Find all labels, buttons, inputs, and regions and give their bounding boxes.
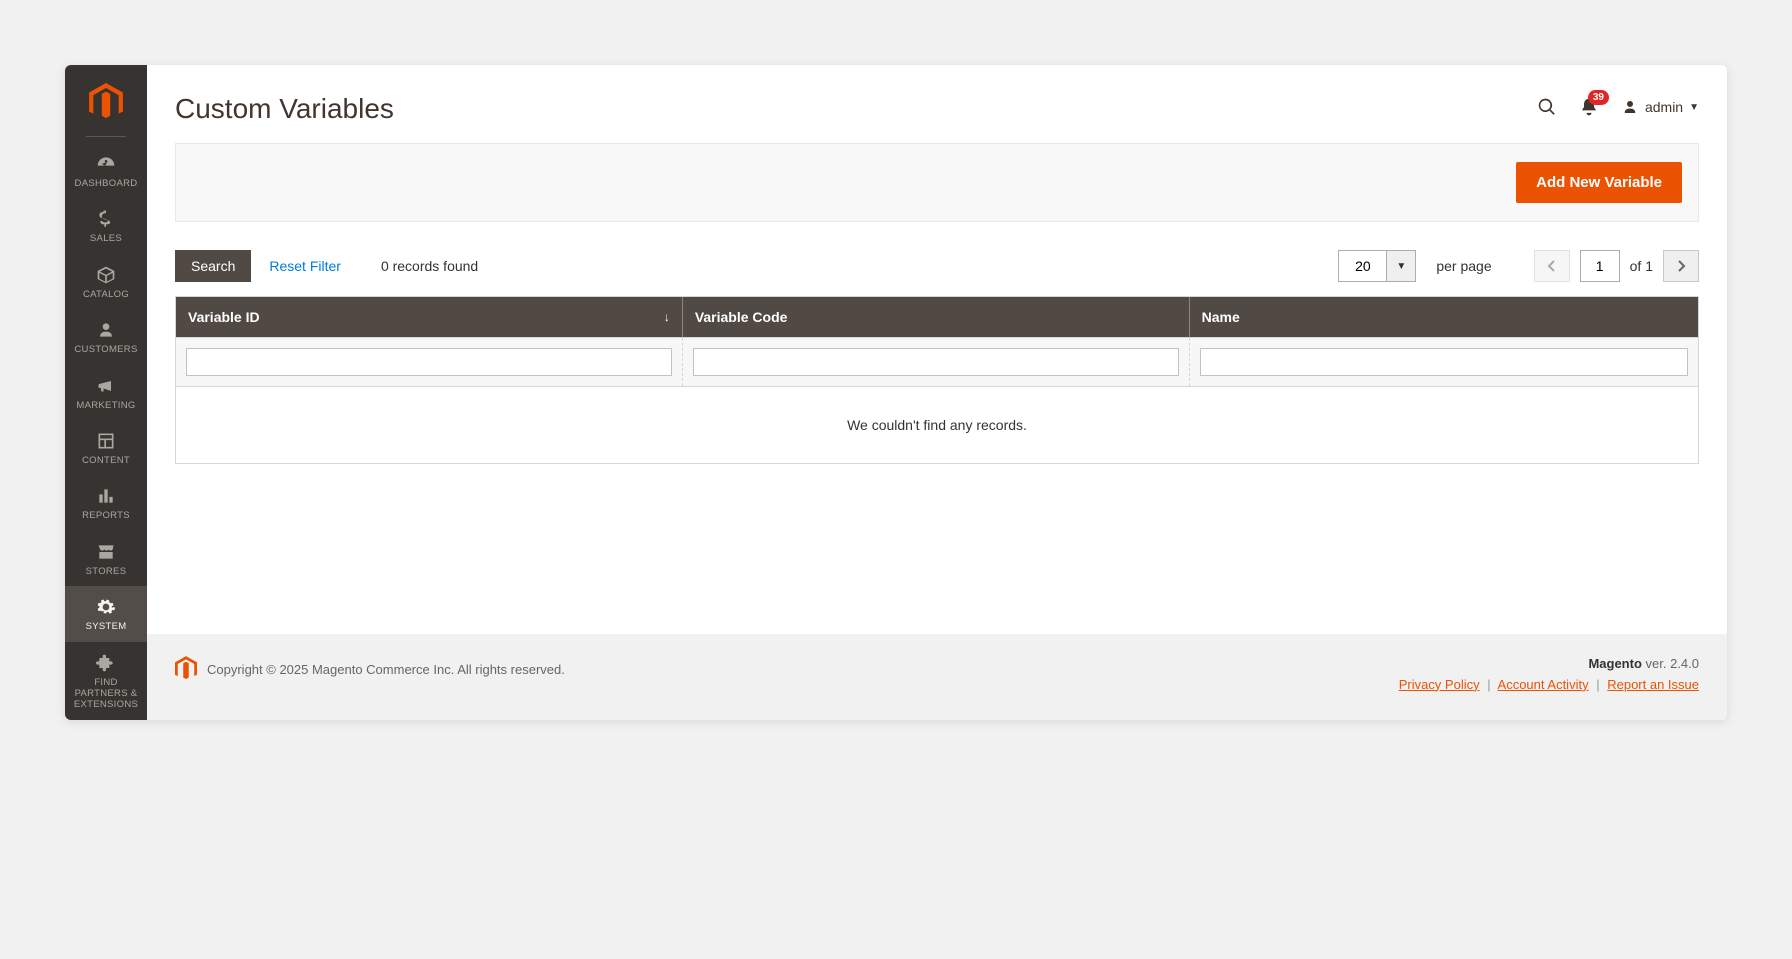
nav-label: REPORTS — [82, 510, 130, 521]
page-footer: Copyright © 2025 Magento Commerce Inc. A… — [147, 634, 1727, 720]
nav-content[interactable]: CONTENT — [65, 420, 147, 475]
nav-sales[interactable]: SALES — [65, 198, 147, 253]
gear-icon — [96, 596, 116, 618]
col-header-id[interactable]: Variable ID ↓ — [176, 297, 683, 337]
header-tools: 39 admin ▼ — [1537, 97, 1699, 117]
col-label: Variable ID — [188, 309, 260, 325]
search-icon[interactable] — [1537, 97, 1557, 117]
nav-label: CATALOG — [83, 289, 129, 300]
footer-links: Privacy Policy | Account Activity | Repo… — [1399, 677, 1699, 692]
store-icon — [96, 541, 116, 563]
magento-logo-small-icon — [175, 656, 197, 684]
bars-icon — [96, 485, 116, 507]
sidebar: DASHBOARD SALES CATALOG CUSTOMERS MARKET… — [65, 65, 147, 720]
nav-label: FIND PARTNERS & EXTENSIONS — [67, 677, 145, 711]
version-text: Magento ver. 2.4.0 — [1399, 656, 1699, 671]
per-page-input[interactable] — [1338, 250, 1386, 282]
nav-label: MARKETING — [76, 400, 135, 411]
data-grid: Variable ID ↓ Variable Code Name We coul… — [175, 296, 1699, 464]
add-new-variable-button[interactable]: Add New Variable — [1516, 162, 1682, 203]
grid-empty-message: We couldn't find any records. — [176, 387, 1698, 463]
layout-icon — [96, 430, 116, 452]
nav-partners[interactable]: FIND PARTNERS & EXTENSIONS — [65, 642, 147, 720]
nav-reports[interactable]: REPORTS — [65, 475, 147, 530]
app-shell: DASHBOARD SALES CATALOG CUSTOMERS MARKET… — [65, 65, 1727, 720]
puzzle-icon — [96, 652, 116, 674]
col-header-name[interactable]: Name — [1190, 297, 1698, 337]
page-actions: Add New Variable — [175, 143, 1699, 222]
prev-page-button[interactable] — [1534, 250, 1570, 282]
reset-filter-link[interactable]: Reset Filter — [269, 258, 341, 274]
nav-marketing[interactable]: MARKETING — [65, 365, 147, 420]
per-page-dropdown-toggle[interactable]: ▼ — [1386, 250, 1416, 282]
report-issue-link[interactable]: Report an Issue — [1607, 677, 1699, 692]
nav-label: SALES — [90, 233, 122, 244]
filter-name-input[interactable] — [1200, 348, 1688, 376]
nav-system[interactable]: SYSTEM — [65, 586, 147, 641]
filter-id-input[interactable] — [186, 348, 672, 376]
footer-left: Copyright © 2025 Magento Commerce Inc. A… — [175, 656, 565, 684]
page-input[interactable] — [1580, 250, 1620, 282]
nav-catalog[interactable]: CATALOG — [65, 254, 147, 309]
records-count: 0 records found — [381, 258, 478, 274]
user-icon — [1621, 98, 1639, 116]
per-page-label: per page — [1436, 258, 1491, 274]
col-header-code[interactable]: Variable Code — [683, 297, 1190, 337]
notifications-icon[interactable]: 39 — [1579, 97, 1599, 117]
page-title: Custom Variables — [175, 93, 1537, 125]
dollar-icon — [96, 208, 116, 230]
separator: | — [1487, 677, 1490, 692]
nav-label: CONTENT — [82, 455, 130, 466]
magento-logo-icon[interactable] — [89, 83, 123, 124]
pager: of 1 — [1534, 250, 1699, 282]
nav-label: DASHBOARD — [75, 178, 138, 189]
caret-down-icon: ▼ — [1689, 102, 1699, 113]
copyright-text: Copyright © 2025 Magento Commerce Inc. A… — [207, 662, 565, 677]
nav-label: STORES — [86, 566, 127, 577]
col-label: Variable Code — [695, 309, 788, 325]
page-total: of 1 — [1630, 258, 1653, 274]
grid-filter-row — [176, 337, 1698, 387]
separator: | — [1596, 677, 1599, 692]
nav-dashboard[interactable]: DASHBOARD — [65, 143, 147, 198]
chevron-left-icon — [1547, 260, 1557, 272]
grid-header-row: Variable ID ↓ Variable Code Name — [176, 297, 1698, 337]
notifications-badge: 39 — [1588, 90, 1609, 105]
nav-label: CUSTOMERS — [74, 344, 137, 355]
box-icon — [96, 264, 116, 286]
main-content: Custom Variables 39 admin ▼ Add New Vari… — [147, 65, 1727, 720]
per-page-group: ▼ — [1338, 250, 1416, 282]
divider — [86, 136, 126, 137]
toolbar-right: ▼ per page of 1 — [1338, 250, 1699, 282]
gauge-icon — [96, 153, 116, 175]
nav-customers[interactable]: CUSTOMERS — [65, 309, 147, 364]
megaphone-icon — [96, 375, 116, 397]
nav-label: SYSTEM — [86, 621, 127, 632]
user-label: admin — [1645, 99, 1683, 115]
user-menu[interactable]: admin ▼ — [1621, 98, 1699, 116]
sort-desc-icon: ↓ — [664, 310, 670, 324]
col-label: Name — [1202, 309, 1240, 325]
grid-toolbar: Search Reset Filter 0 records found ▼ pe… — [175, 250, 1699, 282]
page-header: Custom Variables 39 admin ▼ — [147, 65, 1727, 135]
footer-right: Magento ver. 2.4.0 Privacy Policy | Acco… — [1399, 656, 1699, 692]
account-activity-link[interactable]: Account Activity — [1498, 677, 1589, 692]
next-page-button[interactable] — [1663, 250, 1699, 282]
privacy-policy-link[interactable]: Privacy Policy — [1399, 677, 1480, 692]
filter-code-input[interactable] — [693, 348, 1179, 376]
nav-stores[interactable]: STORES — [65, 531, 147, 586]
search-button[interactable]: Search — [175, 250, 251, 282]
chevron-right-icon — [1676, 260, 1686, 272]
person-icon — [96, 319, 116, 341]
